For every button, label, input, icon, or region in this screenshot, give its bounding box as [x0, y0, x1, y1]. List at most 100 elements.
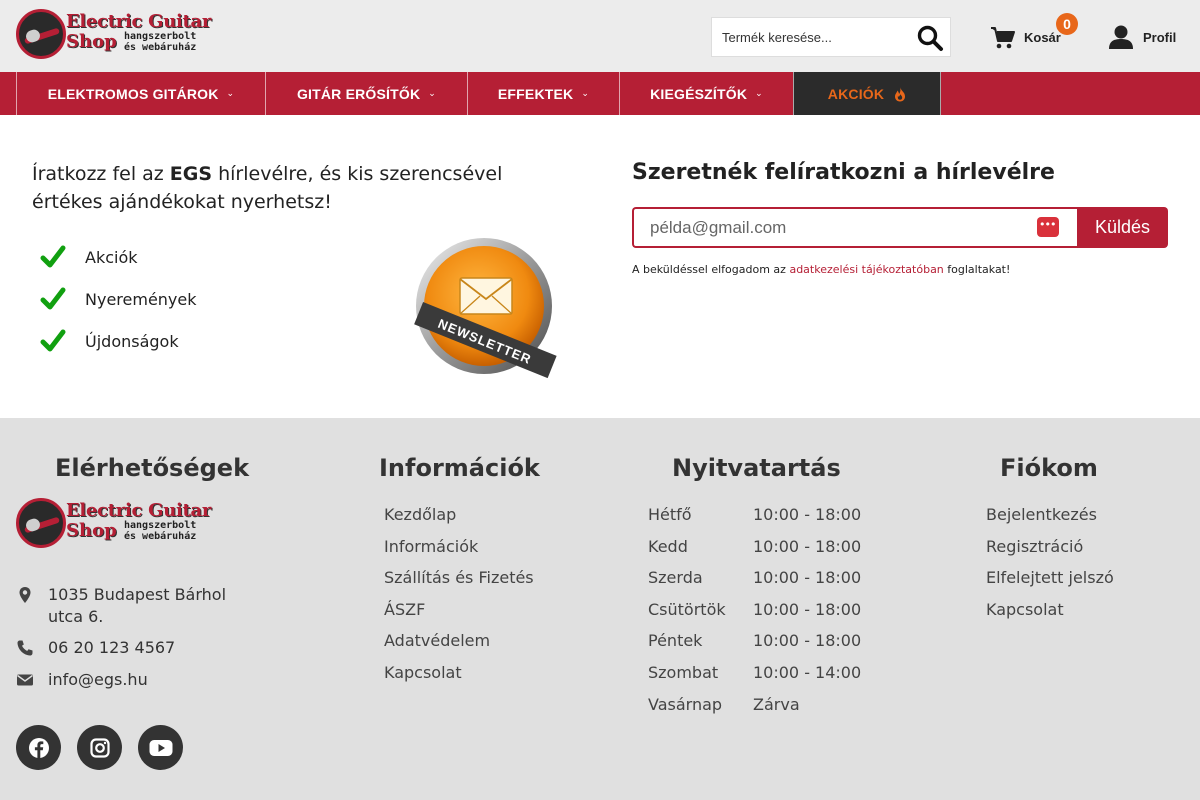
hours-time: 10:00 - 18:00 [753, 505, 862, 524]
nav-item-sales[interactable]: AKCIÓK [793, 72, 941, 115]
benefit-item: Nyeremények [40, 278, 197, 320]
nav-item-electric-guitars[interactable]: ELEKTROMOS GITÁROK ⌄ [16, 72, 265, 115]
hours-time: 10:00 - 18:00 [753, 631, 862, 651]
contact-phone[interactable]: 06 20 123 4567 [16, 637, 258, 659]
consent-suffix: foglaltakat! [943, 263, 1011, 276]
hours-day: Szerda [648, 568, 703, 588]
main-nav: ELEKTROMOS GITÁROK ⌄ GITÁR ERŐSÍTŐK ⌄ EFFE… [0, 72, 1200, 115]
facebook-icon [28, 737, 49, 758]
nav-item-accessories[interactable]: KIEGÉSZÍTŐK ⌄ [619, 72, 793, 115]
footer-link-privacy[interactable]: Adatvédelem [384, 625, 534, 657]
footer-link-forgot-password[interactable]: Elfelejtett jelszó [986, 562, 1114, 594]
instagram-button[interactable] [77, 725, 122, 770]
footer-link-home[interactable]: Kezdőlap [384, 499, 534, 531]
nav-item-amplifiers[interactable]: GITÁR ERŐSÍTŐK ⌄ [265, 72, 467, 115]
hours-day: Vasárnap [648, 694, 723, 714]
profile-button[interactable]: Profil [1108, 24, 1188, 52]
cart-button[interactable]: Kosár 0 [990, 13, 1080, 54]
newsletter-benefits: Akciók Nyeremények Újdonságok [40, 236, 197, 362]
contact-title: Elérhetőségek [55, 454, 250, 482]
logo-subtitle-line1: hangszerbolt [124, 520, 197, 531]
hours-row: Kedd 10:00 - 18:00 [648, 531, 861, 563]
hours-time: 10:00 - 18:00 [753, 568, 862, 588]
contact-email[interactable]: info@egs.hu [16, 669, 258, 691]
guitar-logo-icon [16, 9, 66, 59]
footer-link-shipping[interactable]: Szállítás és Fizetés [384, 562, 534, 594]
hours-row: Szerda 10:00 - 18:00 [648, 562, 861, 594]
logo-subtitle-line1: hangszerbolt [124, 31, 197, 42]
benefit-label: Akciók [85, 247, 138, 267]
envelope-icon [17, 674, 33, 686]
footer-link-account-contact[interactable]: Kapcsolat [986, 594, 1114, 626]
hours-row: Csütörtök 10:00 - 18:00 [648, 594, 861, 626]
benefit-label: Újdonságok [85, 331, 179, 351]
profile-label: Profil [1143, 30, 1177, 45]
opening-hours: Hétfő 10:00 - 18:00 Kedd 10:00 - 18:00 Sze… [648, 499, 861, 720]
instagram-icon [89, 737, 110, 758]
hours-day: Hétfő [648, 505, 692, 524]
footer-link-register[interactable]: Regisztráció [986, 531, 1114, 563]
email-text: info@egs.hu [48, 670, 148, 689]
site-footer: Elérhetőségek Electric Guitar Shop hangs… [0, 418, 1200, 800]
info-title: Információk [379, 454, 540, 482]
user-icon [1109, 25, 1133, 49]
hours-time: 10:00 - 14:00 [753, 662, 862, 682]
newsletter-intro: Íratkozz fel az EGS hírlevélre, és kis s… [32, 160, 572, 216]
benefit-item: Akciók [40, 236, 197, 278]
newsletter-badge-icon: NEWSLETTER [414, 238, 557, 379]
youtube-button[interactable] [138, 725, 183, 770]
footer-link-terms[interactable]: ÁSZF [384, 594, 534, 626]
chevron-down-icon: ⌄ [581, 88, 590, 98]
flame-icon [895, 86, 906, 101]
cart-label: Kosár [1024, 30, 1061, 45]
account-links: Bejelentkezés Regisztráció Elfelejtett j… [986, 499, 1114, 625]
hours-row: Szombat 10:00 - 14:00 [648, 657, 861, 689]
footer-logo[interactable]: Electric Guitar Shop hangszerbolt és web… [16, 498, 226, 550]
check-icon [40, 329, 66, 352]
phone-icon [17, 640, 33, 656]
benefit-item: Újdonságok [40, 320, 197, 362]
privacy-policy-link[interactable]: adatkezelési tájékoztatóban [789, 263, 943, 276]
search-button[interactable] [916, 24, 944, 52]
submit-button[interactable]: Küldés [1077, 207, 1168, 248]
search-icon [917, 25, 943, 51]
email-field-wrapper [632, 207, 1077, 248]
address-text: 1035 Budapest Bárhol utca 6. [48, 585, 227, 626]
hours-time: 10:00 - 18:00 [753, 599, 862, 619]
newsletter-intro-brand: EGS [169, 163, 213, 185]
hours-day: Szombat [648, 662, 719, 682]
footer-link-login[interactable]: Bejelentkezés [986, 499, 1114, 531]
nav-item-label: GITÁR ERŐSÍTŐK [296, 85, 421, 102]
site-logo[interactable]: Electric Guitar Shop hangszerbolt és web… [16, 9, 226, 61]
phone-text: 06 20 123 4567 [48, 638, 176, 657]
footer-link-contact[interactable]: Kapcsolat [384, 657, 534, 689]
info-links: Kezdőlap Információk Szállítás és Fizeté… [384, 499, 534, 689]
cart-icon [991, 27, 1015, 49]
email-field[interactable] [634, 209, 1024, 246]
footer-link-info[interactable]: Információk [384, 531, 534, 563]
password-manager-icon[interactable] [1037, 217, 1059, 237]
cart-count-badge: 0 [1056, 13, 1078, 35]
chevron-down-icon: ⌄ [226, 88, 235, 98]
hours-row: Hétfő 10:00 - 18:00 [648, 499, 861, 531]
facebook-button[interactable] [16, 725, 61, 770]
nav-item-label: AKCIÓK [827, 85, 885, 102]
guitar-logo-icon [16, 498, 66, 548]
nav-item-effects[interactable]: EFFEKTEK ⌄ [467, 72, 619, 115]
contact-address: 1035 Budapest Bárhol utca 6. [16, 584, 258, 628]
consent-text: A beküldéssel elfogadom az adatkezelési … [632, 263, 1010, 276]
search-box [711, 17, 951, 57]
hours-time: 10:00 - 18:00 [753, 536, 862, 556]
account-title: Fiókom [1000, 454, 1098, 482]
hours-day: Kedd [648, 536, 688, 556]
nav-item-label: EFFEKTEK [497, 85, 574, 102]
search-input[interactable] [712, 18, 912, 56]
social-links [16, 725, 183, 770]
nav-item-label: KIEGÉSZÍTŐK [650, 85, 748, 102]
logo-title-line1: Electric Guitar [66, 500, 212, 521]
newsletter-intro-prefix: Íratkozz fel az [32, 163, 170, 185]
hours-day: Csütörtök [648, 599, 726, 619]
consent-prefix: A beküldéssel elfogadom az [632, 263, 790, 276]
location-pin-icon [19, 587, 31, 603]
logo-title-line1: Electric Guitar [66, 11, 212, 32]
